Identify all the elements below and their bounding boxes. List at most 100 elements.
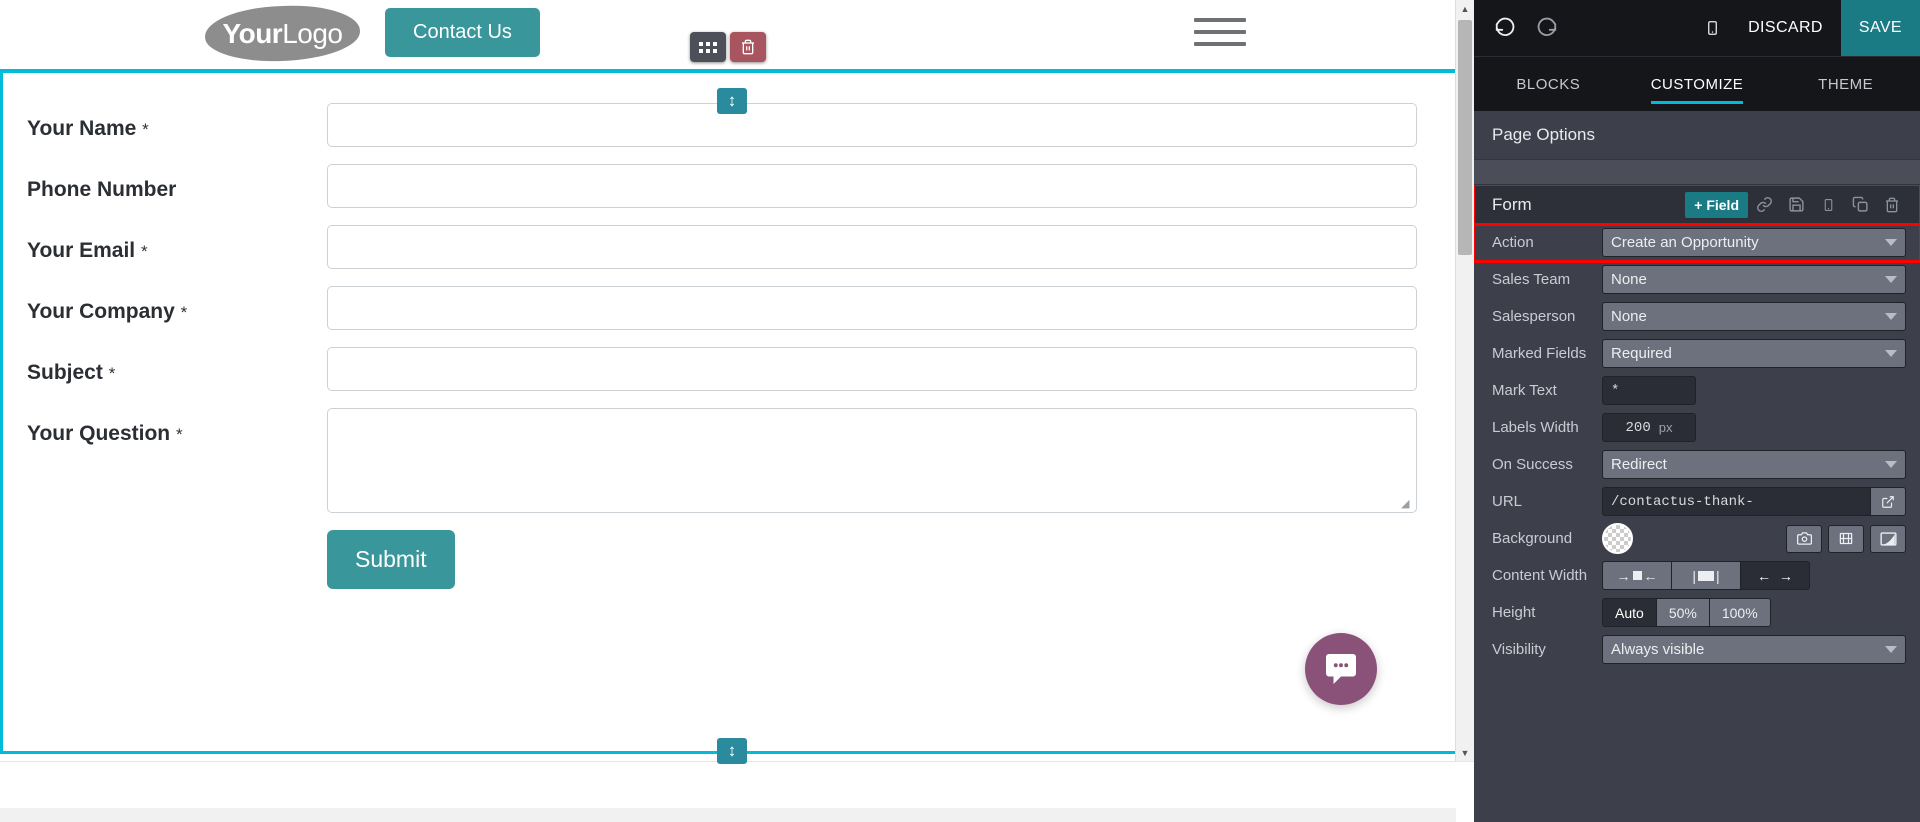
content-width-narrow-icon[interactable]: → ← [1602,561,1672,590]
height-auto-button[interactable]: Auto [1602,598,1657,627]
required-mark: * [108,364,116,383]
panel-separator [1474,160,1920,185]
camera-icon[interactable] [1786,524,1822,553]
subject-input[interactable] [327,347,1417,391]
selected-form-block[interactable]: Your Name * Phone Number Your Email * Yo… [0,69,1464,754]
page-options-title: Page Options [1474,111,1920,160]
contact-form: Your Name * Phone Number Your Email * Yo… [3,73,1461,589]
option-row-labels-width: Labels Width 200 px [1474,409,1920,446]
on-success-value: Redirect [1611,456,1667,473]
website-preview: Your Logo Contact Us Your Name * Phone N… [0,0,1474,822]
your-company-input[interactable] [327,286,1417,330]
labels-width-input[interactable]: 200 px [1602,413,1696,442]
form-title: Form [1492,194,1532,214]
option-label: Salesperson [1492,308,1576,325]
save-button[interactable]: SAVE [1840,0,1920,56]
option-row-content-width: Content Width → ← | | ← → [1474,557,1920,594]
form-field-row: Subject * [3,347,1461,391]
tab-customize[interactable]: CUSTOMIZE [1623,57,1772,111]
required-mark: * [180,303,188,322]
your-logo[interactable]: Your Logo [204,3,361,64]
video-icon[interactable] [1828,524,1864,553]
your-email-input[interactable] [327,225,1417,269]
option-label: Height [1492,604,1536,621]
option-label: Marked Fields [1492,345,1587,362]
chat-bubble-icon[interactable] [1305,633,1377,705]
your-name-input[interactable] [327,103,1417,147]
duplicate-icon[interactable] [1844,190,1876,220]
option-row-mark-text: Mark Text * [1474,372,1920,409]
trash-icon[interactable] [730,32,766,62]
option-label: Mark Text [1492,382,1557,399]
chevron-down-icon [1885,646,1897,653]
hamburger-menu-icon[interactable] [1194,18,1246,48]
undo-icon[interactable] [1484,0,1526,56]
resize-grip-icon[interactable]: ◢ [1401,498,1413,510]
option-label: Sales Team [1492,271,1571,288]
sales-team-value: None [1611,271,1647,288]
mobile-preview-icon[interactable] [1694,17,1730,39]
submit-row: Submit [3,530,1461,589]
save-disk-icon[interactable] [1780,190,1812,220]
contact-us-button[interactable]: Contact Us [385,8,540,57]
website-builder-app: Your Logo Contact Us Your Name * Phone N… [0,0,1920,822]
option-label: Action [1492,234,1534,251]
gradient-icon[interactable] [1870,524,1906,553]
required-mark: * [175,425,183,444]
chevron-down-icon [1885,313,1897,320]
trash-icon[interactable] [1876,190,1908,220]
tab-theme[interactable]: THEME [1771,57,1920,111]
editor-toolbar: DISCARD SAVE [1474,0,1920,56]
tab-blocks[interactable]: BLOCKS [1474,57,1623,111]
visibility-select[interactable]: Always visible [1602,635,1906,664]
option-label: On Success [1492,456,1573,473]
add-field-button[interactable]: + Field [1685,191,1748,218]
scroll-down-arrow-icon[interactable]: ▼ [1456,744,1474,762]
scroll-up-arrow-icon[interactable]: ▲ [1456,0,1474,18]
option-label: Background [1492,530,1573,547]
on-success-select[interactable]: Redirect [1602,450,1906,479]
height-50-button[interactable]: 50% [1656,598,1710,627]
option-label: Labels Width [1492,419,1579,436]
sales-team-select[interactable]: None [1602,265,1906,294]
action-value: Create an Opportunity [1611,234,1759,251]
content-width-wide-icon[interactable]: ← → [1741,561,1810,590]
content-width-medium-icon[interactable]: | | [1672,561,1741,590]
preview-vertical-scrollbar[interactable]: ▲ ▼ [1455,0,1474,762]
mobile-icon[interactable] [1812,190,1844,220]
submit-button[interactable]: Submit [327,530,455,589]
option-row-on-success: On Success Redirect [1474,446,1920,483]
form-field-row: Your Company * [3,286,1461,330]
height-100-button[interactable]: 100% [1709,598,1771,627]
logo-text-light: Logo [282,17,343,49]
your-question-textarea[interactable]: ◢ [327,408,1417,513]
option-row-background: Background [1474,520,1920,557]
preview-horizontal-scrollbar[interactable] [0,808,1456,822]
link-icon[interactable] [1748,190,1780,220]
resize-handle-bottom[interactable]: ↕ [717,738,747,764]
option-label: Content Width [1492,567,1588,584]
scrollbar-thumb[interactable] [1458,20,1472,255]
form-field-row: Phone Number [3,164,1461,208]
option-row-action: Action Create an Opportunity [1474,222,1920,263]
action-select[interactable]: Create an Opportunity [1602,228,1906,257]
resize-handle-top[interactable]: ↕ [717,88,747,114]
background-color-swatch[interactable] [1602,523,1633,554]
grid-icon[interactable] [690,32,726,62]
salesperson-value: None [1611,308,1647,325]
option-row-height: Height Auto 50% 100% [1474,594,1920,631]
field-label: Subject * [27,361,116,384]
discard-button[interactable]: DISCARD [1730,19,1841,37]
url-input[interactable]: /contactus-thank- [1602,487,1870,516]
marked-fields-select[interactable]: Required [1602,339,1906,368]
salesperson-select[interactable]: None [1602,302,1906,331]
content-width-segmented: → ← | | ← → [1602,561,1810,590]
external-link-icon[interactable] [1870,487,1906,516]
visibility-value: Always visible [1611,641,1705,658]
mark-text-input[interactable]: * [1602,376,1696,405]
field-label: Your Question * [27,422,183,445]
redo-icon[interactable] [1526,0,1568,56]
phone-number-input[interactable] [327,164,1417,208]
logo-text: Your Logo [205,6,360,61]
option-label: Visibility [1492,641,1546,658]
